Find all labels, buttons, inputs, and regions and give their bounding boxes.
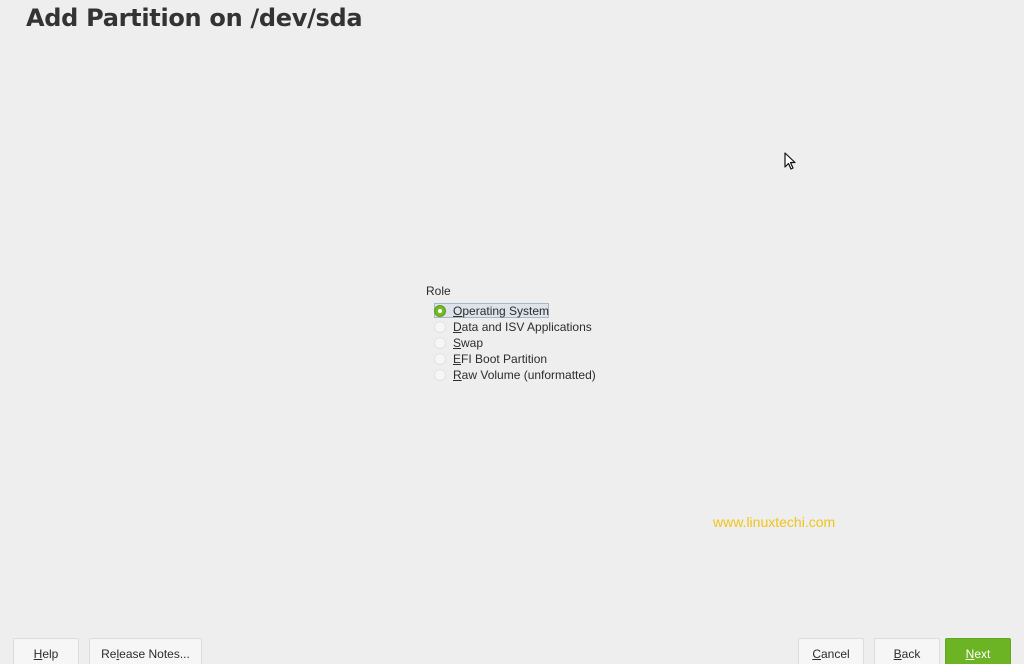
- radio-efi-boot-partition[interactable]: EFI Boot Partition: [426, 351, 547, 367]
- radio-button[interactable]: [434, 321, 446, 333]
- radio-raw-volume[interactable]: Raw Volume (unformatted): [426, 367, 596, 383]
- page-title: Add Partition on /dev/sda: [26, 4, 363, 32]
- role-label: Role: [426, 284, 451, 298]
- release-notes-button[interactable]: Re l ease Notes...: [89, 638, 202, 664]
- role-radio-group: Role Operating System Data and ISV Appli…: [426, 284, 596, 383]
- radio-label: Raw Volume (unformatted): [453, 368, 596, 382]
- cancel-button[interactable]: Cancel: [798, 638, 864, 664]
- radio-button[interactable]: [434, 353, 446, 365]
- radio-label: EFI Boot Partition: [453, 352, 548, 366]
- radio-button-checked[interactable]: [434, 305, 446, 317]
- watermark-text: www.linuxtechi.com: [713, 514, 836, 530]
- radio-swap[interactable]: Swap: [426, 335, 483, 351]
- mouse-pointer-icon: [784, 152, 798, 177]
- radio-button[interactable]: [434, 369, 446, 381]
- back-button[interactable]: Back: [874, 638, 940, 664]
- radio-label: Data and ISV Applications: [453, 320, 592, 334]
- radio-button[interactable]: [434, 337, 446, 349]
- help-button[interactable]: Help: [13, 638, 79, 664]
- radio-label: Operating System: [453, 304, 550, 318]
- radio-data-isv-applications[interactable]: Data and ISV Applications: [426, 319, 592, 335]
- next-button[interactable]: Next: [945, 638, 1011, 664]
- radio-operating-system[interactable]: Operating System: [426, 303, 549, 319]
- radio-label: Swap: [453, 336, 484, 350]
